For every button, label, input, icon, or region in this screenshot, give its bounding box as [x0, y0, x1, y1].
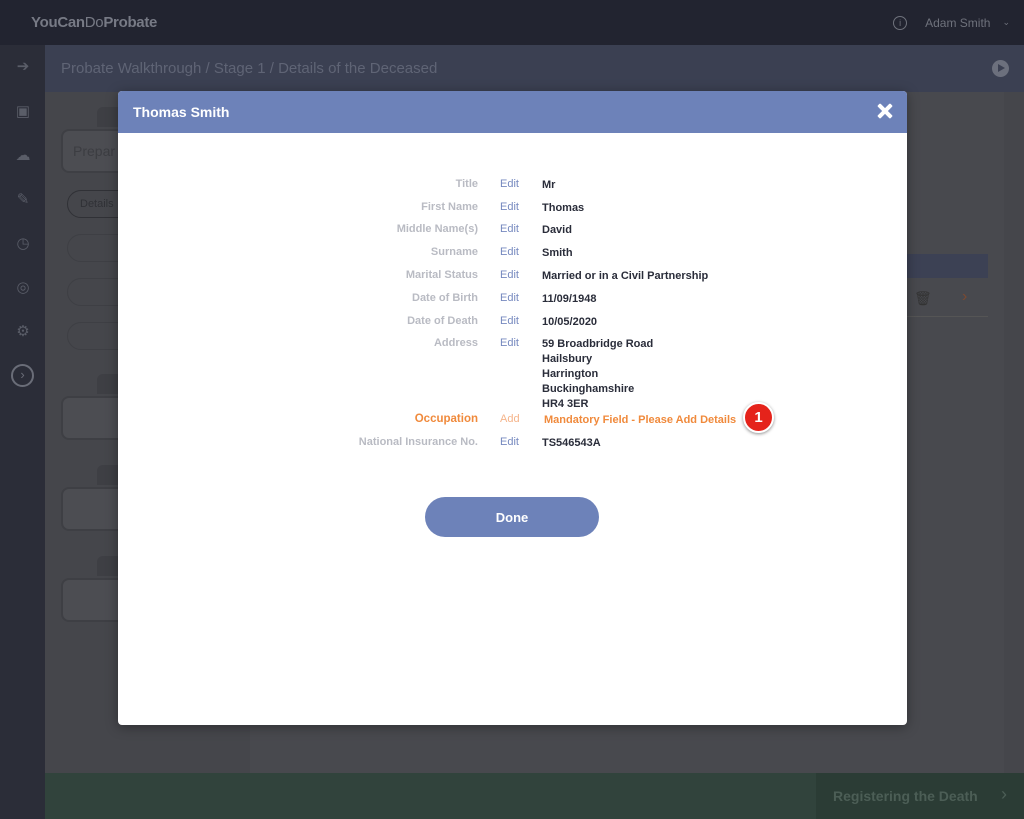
edit-date-of-death-link[interactable]: Edit: [500, 315, 519, 327]
next-stage-button[interactable]: Registering the Death ›: [816, 773, 1024, 819]
edit-address-link[interactable]: Edit: [500, 337, 519, 349]
next-stage-label: Registering the Death: [833, 788, 978, 804]
field-label: Middle Name(s): [396, 223, 478, 235]
field-value: Smith: [542, 247, 573, 259]
detail-row-address: Address Edit 59 Broadbridge Road Hailsbu…: [118, 337, 907, 413]
edit-date-of-birth-link[interactable]: Edit: [500, 292, 519, 304]
field-label: Address: [433, 337, 478, 349]
stage-box-label: Prepar: [73, 143, 116, 159]
field-value: Thomas: [542, 202, 585, 214]
field-value: 10/05/2020: [542, 316, 598, 328]
user-name[interactable]: Adam Smith: [925, 16, 990, 30]
detail-row-first-name: First Name Edit Thomas: [118, 201, 907, 221]
step-badge: 1: [743, 402, 774, 433]
mandatory-field-warning: Mandatory Field - Please Add Details: [544, 414, 737, 426]
field-label: First Name: [421, 201, 478, 213]
detail-row-title: Title Edit Mr: [118, 178, 907, 198]
right-gutter: [1004, 92, 1024, 773]
detail-row-middle-names: Middle Name(s) Edit David: [118, 223, 907, 243]
edit-middle-names-link[interactable]: Edit: [500, 223, 519, 235]
modal-title: Thomas Smith: [133, 104, 230, 120]
close-icon[interactable]: [877, 103, 893, 119]
field-value: Married or in a Civil Partnership: [542, 270, 709, 282]
field-value: 11/09/1948: [542, 293, 597, 305]
edit-marital-status-link[interactable]: Edit: [500, 269, 519, 281]
field-label: Surname: [430, 246, 478, 258]
lifebuoy-icon[interactable]: ◎: [13, 278, 33, 298]
address-line: Hailsbury: [542, 353, 593, 365]
address-line: Harrington: [542, 368, 599, 380]
pencil-icon[interactable]: ✎: [13, 190, 33, 210]
modal-header: Thomas Smith: [118, 91, 907, 133]
logo-text-do: Do: [84, 14, 104, 31]
address-line: Buckinghamshire: [542, 383, 635, 395]
footer-bar: Registering the Death ›: [45, 773, 1024, 819]
settings-icon[interactable]: ⚙: [13, 322, 33, 342]
field-label: Occupation: [414, 413, 478, 425]
chevron-down-icon[interactable]: ⌄: [1002, 17, 1010, 28]
breadcrumb: Probate Walkthrough / Stage 1 / Details …: [61, 60, 438, 77]
field-label: National Insurance No.: [358, 436, 478, 448]
detail-row-date-of-birth: Date of Birth Edit 11/09/1948: [118, 292, 907, 312]
chevron-right-icon: ›: [1001, 784, 1007, 804]
field-value: David: [542, 224, 572, 236]
field-value: Mr: [542, 179, 556, 191]
detail-row-date-of-death: Date of Death Edit 10/05/2020: [118, 315, 907, 335]
edit-surname-link[interactable]: Edit: [500, 246, 519, 258]
add-occupation-link[interactable]: Add: [500, 413, 520, 425]
address-line: HR4 3ER: [542, 398, 589, 410]
done-button[interactable]: Done: [425, 497, 599, 537]
edit-title-link[interactable]: Edit: [500, 178, 519, 190]
table-header: [905, 254, 988, 278]
detail-row-occupation: Occupation Add Mandatory Field - Please …: [118, 402, 907, 433]
top-bar: YouCanDoProbate i Adam Smith ⌄: [0, 0, 1024, 45]
chevron-right-icon[interactable]: ›: [962, 288, 967, 306]
expand-sidebar-icon[interactable]: ›: [11, 364, 34, 387]
copyright-text: [14, 600, 32, 770]
logo-text-you-can: YouCan: [31, 14, 85, 31]
document-icon[interactable]: ▣: [13, 102, 33, 122]
field-label: Marital Status: [405, 269, 478, 281]
detail-row-national-insurance: National Insurance No. Edit TS546543A: [118, 436, 907, 456]
details-pill-label: Details: [80, 198, 114, 210]
trash-icon[interactable]: 🗑: [914, 290, 932, 307]
clock-icon[interactable]: ◷: [13, 234, 33, 254]
divider: [905, 316, 988, 317]
detail-row-surname: Surname Edit Smith: [118, 246, 907, 266]
breadcrumb-bar: Probate Walkthrough / Stage 1 / Details …: [45, 45, 1024, 92]
address-value: 59 Broadbridge Road Hailsbury Harrington…: [542, 337, 653, 412]
cloud-upload-icon[interactable]: ☁: [13, 146, 33, 166]
detail-row-marital-status: Marital Status Edit Married or in a Civi…: [118, 269, 907, 289]
field-label: Title: [455, 178, 478, 190]
arrow-right-icon[interactable]: ➔: [13, 57, 33, 77]
field-label: Date of Birth: [412, 292, 478, 304]
info-icon[interactable]: i: [893, 15, 908, 30]
edit-national-insurance-link[interactable]: Edit: [500, 436, 519, 448]
address-line: 59 Broadbridge Road: [542, 338, 654, 350]
play-icon[interactable]: [992, 60, 1009, 77]
logo-text-probate: Probate: [103, 14, 158, 31]
field-label: Date of Death: [407, 315, 478, 327]
app-logo[interactable]: YouCanDoProbate: [31, 14, 157, 31]
edit-first-name-link[interactable]: Edit: [500, 201, 519, 213]
field-value: TS546543A: [542, 437, 601, 449]
deceased-details-modal: Thomas Smith Title Edit Mr First Name Ed…: [118, 91, 907, 725]
